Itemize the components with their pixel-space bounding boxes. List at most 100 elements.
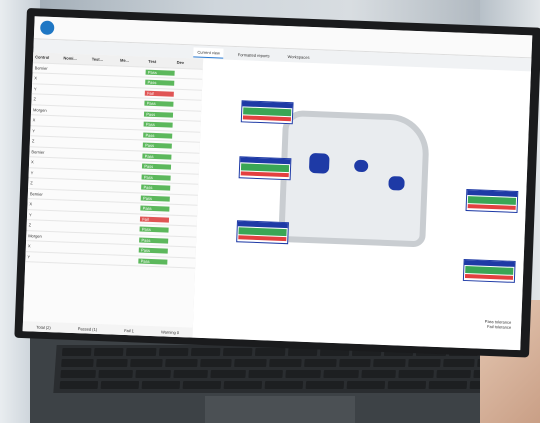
measurement-region — [353, 159, 369, 173]
row-label: Morgen — [28, 232, 42, 239]
row-cell — [89, 70, 117, 71]
status-warning: Warning 0 — [160, 328, 180, 335]
row-cell — [55, 215, 83, 216]
row-label: Y — [33, 86, 37, 92]
measurement-region — [388, 176, 405, 191]
row-cell — [171, 146, 199, 147]
measurement-region — [308, 152, 330, 174]
row-status: Pass — [139, 237, 168, 244]
row-cell — [57, 163, 85, 164]
row-cell — [58, 153, 86, 154]
row-cell — [169, 220, 197, 221]
row-cell — [116, 113, 144, 114]
row-cell — [167, 251, 195, 252]
row-cell — [111, 239, 139, 240]
row-status: Pass — [145, 79, 174, 86]
row-cell — [84, 217, 112, 218]
row-cell — [55, 236, 83, 237]
row-cell — [87, 133, 115, 134]
app-logo-icon — [39, 20, 55, 36]
status-bar: Total (2) Passed (1) Fail 1 Warning 0 — [22, 321, 193, 338]
row-cell — [85, 175, 113, 176]
row-status: Pass — [144, 111, 173, 118]
row-label: Y — [32, 128, 36, 134]
row-cell — [118, 71, 146, 72]
row-cell — [171, 157, 199, 158]
row-cell — [173, 115, 201, 116]
row-status: Pass — [139, 226, 169, 233]
callout[interactable] — [238, 156, 292, 181]
row-cell — [60, 100, 88, 101]
row-cell — [112, 228, 140, 229]
tab-current-view[interactable]: Current view — [193, 47, 225, 59]
row-cell — [174, 73, 202, 74]
row-label: X — [30, 159, 34, 165]
col-test[interactable]: Test... — [90, 57, 118, 63]
row-cell — [115, 144, 143, 145]
row-cell — [59, 132, 87, 133]
row-cell — [113, 186, 141, 187]
row-cell — [174, 83, 202, 84]
row-cell — [84, 206, 112, 207]
row-cell — [116, 102, 144, 103]
row-cell — [58, 142, 86, 143]
callout[interactable] — [236, 220, 289, 245]
col-control[interactable]: Control — [33, 55, 61, 61]
row-cell — [84, 196, 112, 197]
tab-formatted-reports[interactable]: Formatted reports — [234, 49, 274, 60]
3d-viewer[interactable]: Pass tolerance Fail tolerance — [192, 58, 531, 351]
row-status: Pass — [138, 258, 168, 265]
row-cell — [171, 167, 199, 168]
status-failed: Fail 1 — [124, 327, 135, 333]
row-cell — [54, 247, 82, 248]
row-cell — [61, 79, 89, 80]
status-passed: Passed (1) — [77, 325, 98, 332]
row-status: Fail — [140, 216, 169, 223]
col-nominal[interactable]: Nomi... — [61, 56, 89, 62]
row-label: Morgen — [33, 107, 47, 113]
row-cell — [89, 91, 117, 92]
tab-workspaces[interactable]: Workspaces — [283, 51, 313, 61]
legend: Pass tolerance Fail tolerance — [485, 319, 512, 330]
callout[interactable] — [465, 189, 519, 213]
row-status: Pass — [141, 195, 170, 202]
status-total: Total (2) — [36, 324, 51, 330]
col-dev[interactable]: Dev — [175, 60, 203, 66]
row-cell — [111, 249, 139, 250]
row-cell — [167, 262, 195, 263]
row-status: Pass — [142, 153, 172, 160]
row-cell — [112, 218, 140, 219]
row-label: Z — [28, 222, 32, 228]
row-status: Pass — [141, 174, 171, 181]
row-label: Z — [33, 96, 37, 102]
row-cell — [112, 207, 140, 208]
row-label: Bernier — [31, 149, 45, 155]
row-cell — [117, 92, 145, 93]
control-table: Control Nomi... Test... Me... Test Dev B… — [22, 52, 205, 338]
row-status: Pass — [139, 247, 168, 254]
row-cell — [169, 199, 197, 200]
row-label: Z — [30, 180, 33, 186]
col-measured[interactable]: Me... — [118, 58, 146, 64]
app-window: Current view Formatted reports Workspace… — [22, 16, 533, 351]
row-cell — [82, 248, 110, 249]
row-cell — [82, 259, 110, 260]
row-cell — [85, 185, 113, 186]
col-test-result[interactable]: Test — [146, 59, 174, 65]
row-cell — [87, 143, 115, 144]
callout[interactable] — [240, 100, 294, 125]
row-label: Y — [27, 253, 31, 260]
row-cell — [113, 197, 141, 198]
row-cell — [169, 209, 197, 210]
row-status: Pass — [143, 121, 173, 128]
row-cell — [83, 238, 111, 239]
row-status: Pass — [144, 100, 174, 107]
callout[interactable] — [462, 258, 516, 283]
row-cell — [59, 111, 87, 112]
row-cell — [172, 136, 200, 137]
row-cell — [83, 227, 111, 228]
row-cell — [172, 125, 200, 126]
row-cell — [170, 188, 198, 189]
row-label: Z — [31, 138, 35, 144]
row-cell — [173, 104, 201, 105]
